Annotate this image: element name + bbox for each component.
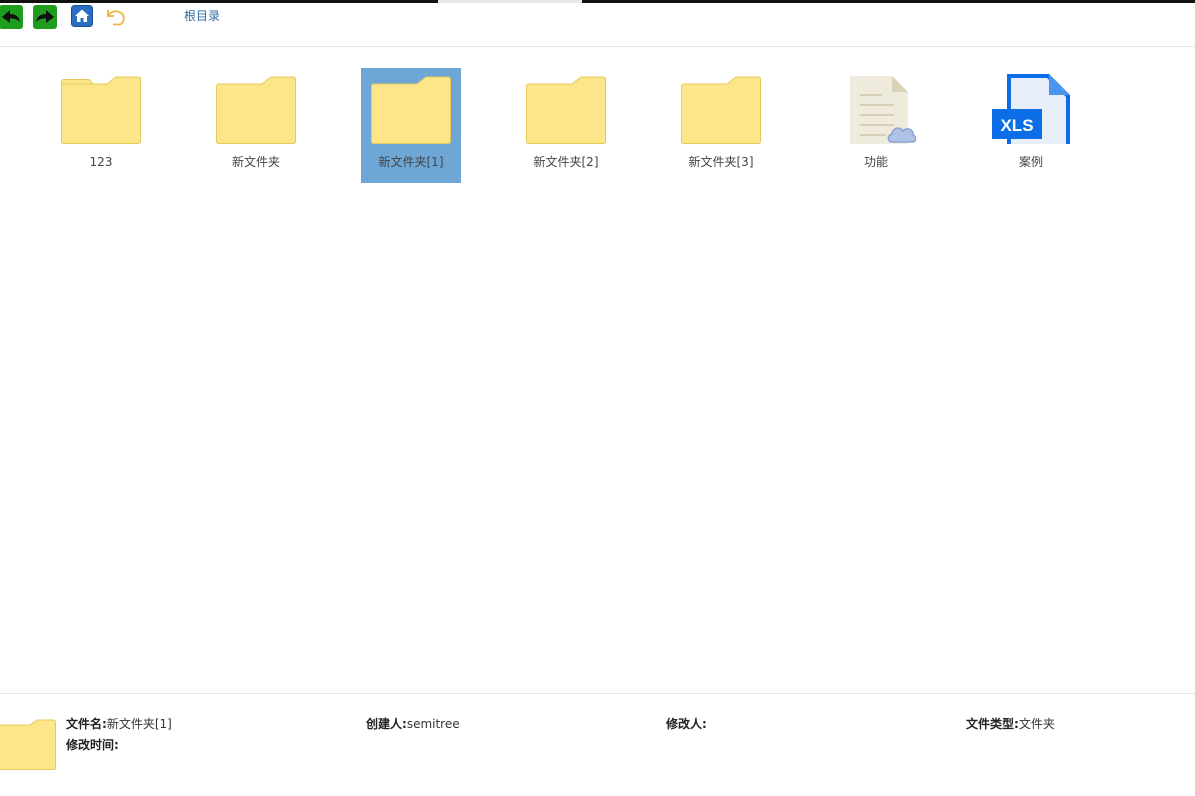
detail-filetype-label: 文件类型: (966, 717, 1019, 731)
home-icon (71, 5, 93, 27)
file-item-folder-new-2[interactable]: 新文件夹[2] (516, 68, 616, 183)
folder-icon (526, 76, 606, 144)
undo-button[interactable] (104, 5, 128, 29)
detail-filename-label: 文件名: (66, 717, 107, 731)
detail-filetype: 文件类型:文件夹 (966, 716, 1055, 732)
file-item-label: 新文件夹[1] (378, 155, 444, 169)
forward-button[interactable] (33, 5, 57, 29)
file-item-label: 新文件夹[2] (533, 155, 599, 169)
detail-creator: 创建人:semitree (366, 716, 460, 732)
breadcrumb-root[interactable]: 根目录 (184, 6, 220, 26)
file-item-label: 功能 (863, 155, 888, 169)
detail-creator-value: semitree (406, 717, 460, 731)
detail-modtime: 修改时间: (66, 737, 119, 753)
folder-icon (61, 76, 141, 144)
file-item-folder-new[interactable]: 新文件夹 (206, 68, 306, 183)
folder-icon (216, 76, 296, 144)
file-grid: 123 新文件夹 新文件夹[1] 新文件夹[2] 新文件夹[3] 功能 XLS … (0, 48, 1195, 693)
forward-arrow-icon (36, 10, 54, 23)
back-arrow-icon (2, 10, 20, 23)
xls-file-icon: XLS (992, 74, 1070, 144)
file-item-xls-anli[interactable]: XLS 案例 (981, 68, 1081, 183)
detail-filetype-value: 文件夹 (1018, 717, 1055, 731)
file-item-label: 新文件夹 (231, 155, 280, 169)
file-item-label: 新文件夹[3] (688, 155, 754, 169)
file-item-label: 123 (89, 155, 113, 169)
folder-icon (371, 76, 451, 144)
detail-modifier: 修改人: (666, 716, 707, 732)
folder-icon (681, 76, 761, 144)
home-button[interactable] (71, 5, 93, 27)
selected-folder-thumbnail-icon (0, 719, 56, 770)
svg-text:XLS: XLS (1000, 116, 1033, 135)
detail-filename-value: 新文件夹[1] (106, 717, 172, 731)
cloud-document-icon (850, 76, 916, 144)
back-button[interactable] (0, 5, 23, 29)
file-item-folder-new-1[interactable]: 新文件夹[1] (361, 68, 461, 183)
detail-creator-label: 创建人: (366, 717, 407, 731)
details-panel: 文件名:新文件夹[1] 创建人:semitree 修改人: 文件类型:文件夹 修… (0, 693, 1195, 796)
file-item-doc-gongneng[interactable]: 功能 (826, 68, 926, 183)
file-item-folder-new-3[interactable]: 新文件夹[3] (671, 68, 771, 183)
detail-modtime-label: 修改时间: (66, 738, 119, 752)
toolbar: 根目录 (0, 3, 1195, 47)
detail-filename: 文件名:新文件夹[1] (66, 716, 172, 732)
file-item-folder-123[interactable]: 123 (51, 68, 151, 183)
file-item-label: 案例 (1018, 155, 1043, 169)
detail-modifier-label: 修改人: (666, 717, 707, 731)
undo-icon (107, 10, 125, 26)
